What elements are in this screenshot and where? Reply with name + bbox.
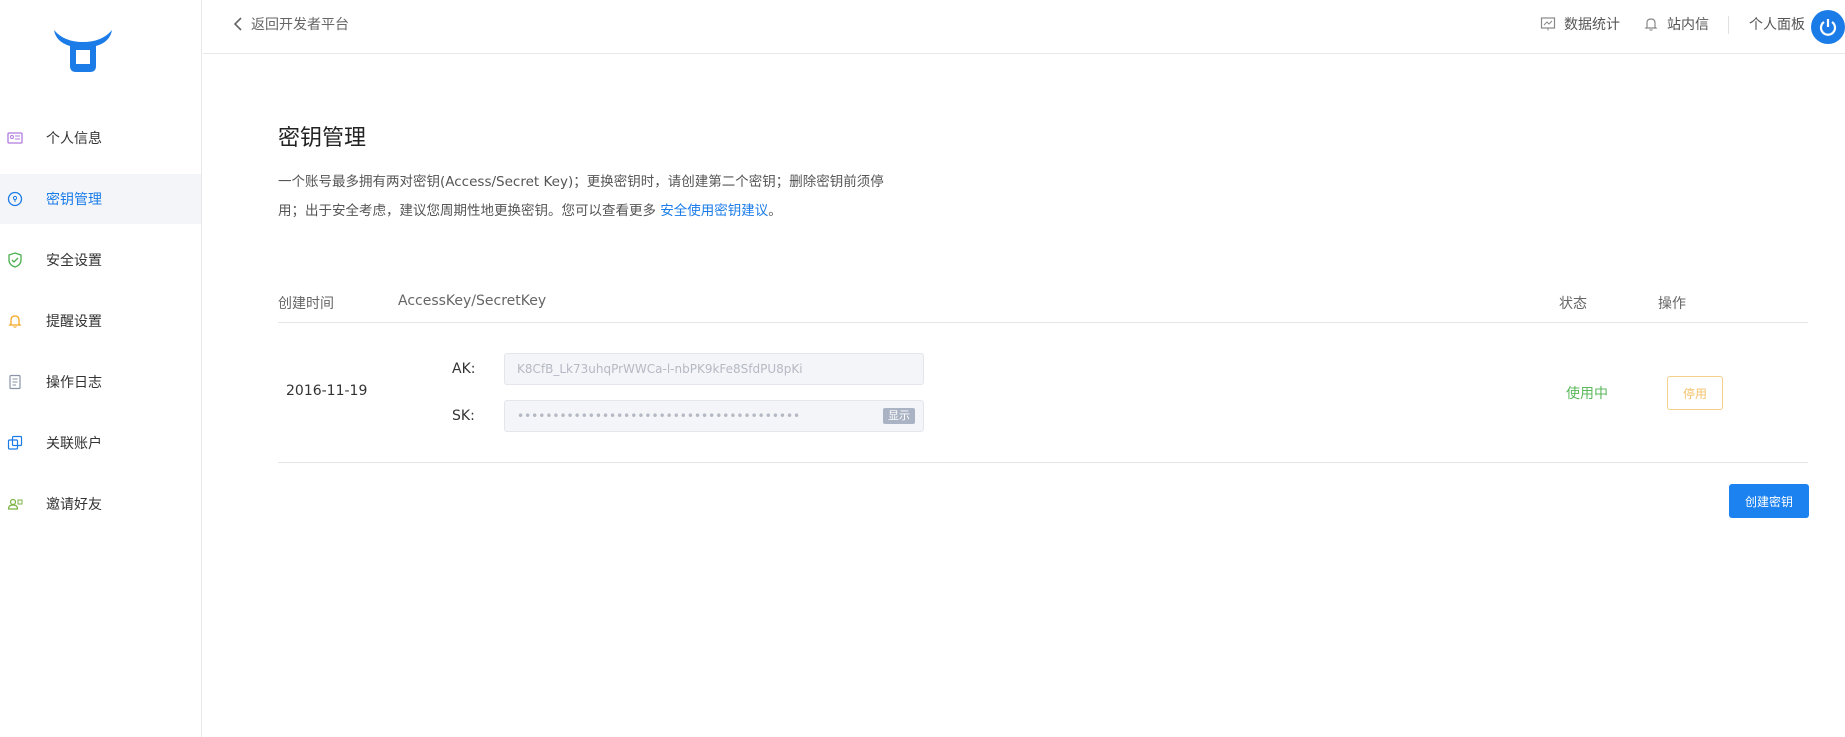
access-key-field[interactable]: K8CfB_Lk73uhqPrWWCa-l-nbPK9kFe8SfdPU8pKi	[504, 353, 924, 385]
chart-icon	[1540, 17, 1556, 31]
sidebar: 个人信息 密钥管理 安全设置 提醒设置 操作日志 关联账户 邀请好友	[0, 0, 202, 737]
sidebar-item-label: 个人信息	[46, 131, 102, 147]
secret-key-field[interactable]: ••••••••••••••••••••••••••••••••••••••••…	[504, 400, 924, 432]
sk-label: SK:	[452, 408, 475, 424]
created-date: 2016-11-19	[286, 383, 368, 399]
top-bar: 返回开发者平台 数据统计 站内信 个人面板	[203, 0, 1845, 54]
sidebar-item-label: 安全设置	[46, 253, 102, 269]
sidebar-item-profile[interactable]: 个人信息	[0, 113, 201, 163]
security-advice-link[interactable]: 安全使用密钥建议	[660, 203, 768, 219]
log-icon	[7, 374, 23, 390]
sidebar-item-logs[interactable]: 操作日志	[0, 357, 201, 407]
create-key-button[interactable]: 创建密钥	[1729, 484, 1809, 518]
data-stats-label: 数据统计	[1564, 17, 1620, 33]
sidebar-item-label: 关联账户	[46, 436, 102, 452]
description-text: 用；出于安全考虑，建议您周期性地更换密钥。您可以查看更多	[278, 203, 661, 219]
description-line-1: 一个账号最多拥有两对密钥(Access/Secret Key)；更换密钥时，请创…	[278, 174, 884, 190]
back-label: 返回开发者平台	[251, 17, 349, 33]
disable-key-button[interactable]: 停用	[1667, 376, 1723, 410]
shield-icon	[7, 252, 23, 268]
chevron-left-icon	[233, 17, 242, 31]
sidebar-item-linked-accounts[interactable]: 关联账户	[0, 418, 201, 468]
messages-label: 站内信	[1667, 17, 1709, 33]
sidebar-item-label: 密钥管理	[46, 192, 102, 208]
personal-panel-link[interactable]: 个人面板	[1749, 14, 1805, 34]
table-row-divider	[278, 462, 1808, 463]
sidebar-item-label: 提醒设置	[46, 314, 102, 330]
bell-icon	[7, 313, 23, 329]
back-to-dev-platform-link[interactable]: 返回开发者平台	[233, 14, 349, 34]
sidebar-item-invite[interactable]: 邀请好友	[0, 479, 201, 529]
column-header-status: 状态	[1559, 296, 1587, 312]
id-card-icon	[7, 130, 23, 146]
column-header-created: 创建时间	[278, 296, 334, 312]
data-stats-link[interactable]: 数据统计	[1540, 14, 1620, 34]
column-header-keys: AccessKey/SecretKey	[398, 293, 547, 309]
column-header-action: 操作	[1658, 296, 1686, 312]
sidebar-item-label: 邀请好友	[46, 497, 102, 513]
access-key-value: K8CfB_Lk73uhqPrWWCa-l-nbPK9kFe8SfdPU8pKi	[517, 362, 803, 376]
sidebar-item-keys[interactable]: 密钥管理	[0, 174, 201, 224]
sidebar-item-security[interactable]: 安全设置	[0, 235, 201, 285]
personal-panel-label: 个人面板	[1749, 17, 1805, 33]
logo-icon[interactable]	[50, 26, 116, 74]
description-end: 。	[768, 203, 782, 219]
page-title: 密钥管理	[278, 126, 367, 151]
ak-label: AK:	[452, 361, 476, 377]
table-header-divider	[278, 322, 1808, 323]
bell-icon	[1644, 18, 1658, 31]
status-badge: 使用中	[1566, 386, 1608, 402]
key-icon	[7, 191, 23, 207]
description-line-2: 用；出于安全考虑，建议您周期性地更换密钥。您可以查看更多 安全使用密钥建议。	[278, 197, 918, 226]
sidebar-item-reminders[interactable]: 提醒设置	[0, 296, 201, 346]
invite-icon	[7, 496, 23, 512]
power-icon[interactable]	[1811, 10, 1845, 44]
divider	[1728, 16, 1729, 34]
secret-key-value: ••••••••••••••••••••••••••••••••••••••••	[517, 409, 801, 423]
sidebar-item-label: 操作日志	[46, 375, 102, 391]
link-accounts-icon	[7, 435, 23, 451]
show-secret-button[interactable]: 显示	[883, 408, 915, 424]
messages-link[interactable]: 站内信	[1643, 14, 1709, 34]
page-description: 一个账号最多拥有两对密钥(Access/Secret Key)；更换密钥时，请创…	[278, 168, 918, 226]
